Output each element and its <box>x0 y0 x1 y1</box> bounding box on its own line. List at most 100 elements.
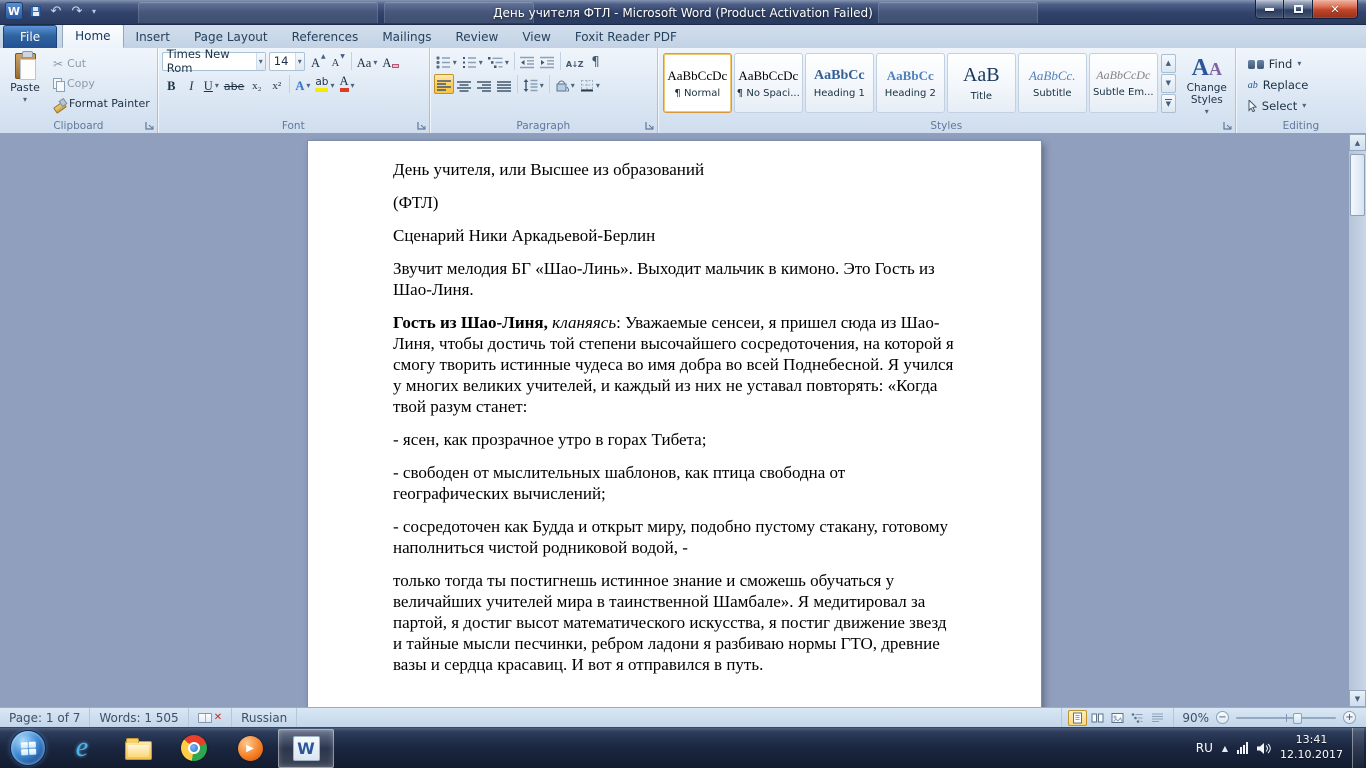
font-name-combo[interactable]: Times New Rom ▾ <box>161 47 266 75</box>
font-size-combo[interactable]: 14 ▾ <box>268 51 305 71</box>
paragraph[interactable]: Звучит мелодия БГ «Шао-Линь». Выходит ма… <box>393 258 955 300</box>
superscript-button[interactable]: x² <box>267 74 286 94</box>
dropdown-arrow-icon[interactable]: ▾ <box>255 52 265 70</box>
bold-button[interactable]: B <box>162 74 181 94</box>
borders-button[interactable]: ▾ <box>578 74 602 94</box>
styles-dialog-launcher[interactable] <box>1222 120 1233 131</box>
zoom-slider[interactable] <box>1236 712 1336 724</box>
web-layout-view-button[interactable] <box>1108 710 1127 726</box>
word-count[interactable]: Words: 1 505 <box>90 708 189 727</box>
clear-formatting-button[interactable]: A <box>380 51 401 71</box>
zoom-in-button[interactable]: + <box>1343 711 1356 724</box>
ribbon-tab-view[interactable]: View <box>510 26 562 48</box>
zoom-level-button[interactable]: 90% <box>1182 711 1209 725</box>
format-painter-button[interactable]: Format Painter <box>50 94 153 113</box>
style-subtle-em[interactable]: AaBbCcDc Subtle Em... <box>1088 53 1158 113</box>
paragraph[interactable]: только тогда ты постигнешь истинное знан… <box>393 570 955 675</box>
align-right-button[interactable] <box>475 74 494 94</box>
ribbon-tab-home[interactable]: Home <box>62 24 124 48</box>
decrease-indent-button[interactable] <box>518 51 537 71</box>
taskbar-clock[interactable]: 13:41 12.10.2017 <box>1280 733 1343 763</box>
outline-view-button[interactable] <box>1128 710 1147 726</box>
font-color-button[interactable]: A ▾ <box>338 74 357 94</box>
paragraph-dialog-launcher[interactable] <box>644 120 655 131</box>
italic-button[interactable]: I <box>182 74 201 94</box>
redo-button[interactable]: ↷ <box>68 2 86 20</box>
ribbon-tab-page-layout[interactable]: Page Layout <box>182 26 280 48</box>
font-dialog-launcher[interactable] <box>416 120 427 131</box>
fullscreen-reading-view-button[interactable] <box>1088 710 1107 726</box>
show-desktop-button[interactable] <box>1352 727 1364 768</box>
taskbar-item-explorer[interactable] <box>110 728 166 768</box>
scrollbar-thumb[interactable] <box>1350 154 1365 216</box>
paragraph[interactable]: Сценарий Ники Аркадьевой-Берлин <box>393 225 955 246</box>
zoom-slider-thumb[interactable] <box>1293 712 1302 724</box>
draft-view-button[interactable] <box>1148 710 1167 726</box>
volume-icon[interactable] <box>1257 742 1271 755</box>
select-button[interactable]: Select ▾ <box>1248 97 1362 115</box>
language-indicator[interactable]: Russian <box>232 708 298 727</box>
taskbar-item-word[interactable]: W <box>278 728 334 768</box>
clipboard-dialog-launcher[interactable] <box>144 120 155 131</box>
titlebar[interactable]: W ↶ ↷ ▾ День учителя ФТЛ - Microsoft Wor… <box>0 0 1366 25</box>
bullets-button[interactable]: ▾ <box>434 51 459 71</box>
taskbar-item-chrome[interactable] <box>166 728 222 768</box>
network-icon[interactable] <box>1237 742 1249 754</box>
qat-customize-button[interactable]: ▾ <box>89 2 99 20</box>
print-layout-view-button[interactable] <box>1068 709 1088 726</box>
paragraph[interactable]: - сосредоточен как Будда и открыт миру, … <box>393 516 955 558</box>
style-title[interactable]: AaB Title <box>946 53 1016 113</box>
ribbon-tab-review[interactable]: Review <box>444 26 511 48</box>
shading-button[interactable]: ▾ <box>553 74 577 94</box>
styles-scroll-down-button[interactable]: ▼ <box>1160 74 1176 93</box>
align-left-button[interactable] <box>433 74 454 94</box>
style-normal[interactable]: AaBbCcDc ¶ Normal <box>662 53 732 113</box>
sort-button[interactable]: A↓Z <box>564 51 585 71</box>
multilevel-list-button[interactable]: ▾ <box>486 51 511 71</box>
save-button[interactable] <box>26 2 44 20</box>
paste-button[interactable]: Paste ▾ <box>4 51 46 118</box>
word-app-icon[interactable]: W <box>5 2 23 20</box>
increase-indent-button[interactable] <box>538 51 557 71</box>
paragraph[interactable]: День учителя, или Высшее из образований <box>393 159 955 180</box>
style-heading-1[interactable]: AaBbCc Heading 1 <box>804 53 874 113</box>
input-language-indicator[interactable]: RU <box>1196 741 1213 755</box>
style-heading-2[interactable]: AaBbCc Heading 2 <box>875 53 945 113</box>
paragraph[interactable]: (ФТЛ) <box>393 192 955 213</box>
close-button[interactable]: ✕ <box>1312 0 1358 19</box>
ribbon-tab-file[interactable]: File <box>3 25 58 48</box>
highlight-button[interactable]: ab ▾ <box>313 74 336 94</box>
replace-button[interactable]: ab Replace <box>1248 76 1362 94</box>
styles-more-button[interactable]: ▼ <box>1160 94 1176 113</box>
page-indicator[interactable]: Page: 1 of 7 <box>0 708 91 727</box>
taskbar-item-internet-explorer[interactable]: e <box>54 728 110 768</box>
ribbon-tab-foxit-reader-pdf[interactable]: Foxit Reader PDF <box>563 26 689 48</box>
shrink-font-button[interactable]: A ▼ <box>329 51 348 71</box>
paragraph[interactable]: - ясен, как прозрачное утро в горах Тибе… <box>393 429 955 450</box>
paragraph[interactable]: - свободен от мыслительных шаблонов, как… <box>393 462 955 504</box>
text-effects-button[interactable]: A ▾ <box>293 74 312 94</box>
style-no-spaci[interactable]: AaBbCcDc ¶ No Spaci... <box>733 53 803 113</box>
underline-button[interactable]: U ▾ <box>202 74 221 94</box>
change-styles-button[interactable]: AA Change Styles ▾ <box>1179 52 1235 116</box>
line-spacing-button[interactable]: ▾ <box>521 74 546 94</box>
show-hidden-icons-button[interactable]: ▲ <box>1222 744 1228 753</box>
styles-scroll-up-button[interactable]: ▲ <box>1160 54 1176 73</box>
copy-button[interactable]: Copy <box>50 74 153 93</box>
strikethrough-button[interactable]: abe <box>222 74 247 94</box>
start-button[interactable] <box>10 730 46 766</box>
document-page[interactable]: День учителя, или Высшее из образований (… <box>308 141 1041 707</box>
taskbar-item-media-player[interactable]: ▶ <box>222 728 278 768</box>
dropdown-arrow-icon[interactable]: ▾ <box>294 52 304 70</box>
ribbon-tab-mailings[interactable]: Mailings <box>370 26 443 48</box>
vertical-scrollbar[interactable]: ▲ ▼ <box>1349 134 1366 707</box>
ribbon-tab-references[interactable]: References <box>280 26 371 48</box>
show-marks-button[interactable]: ¶ <box>586 51 605 71</box>
scroll-down-button[interactable]: ▼ <box>1349 690 1366 707</box>
change-case-button[interactable]: Aa ▾ <box>355 51 380 71</box>
align-center-button[interactable] <box>455 74 474 94</box>
undo-button[interactable]: ↶ <box>47 2 65 20</box>
proofing-errors-button[interactable]: ✕ <box>189 708 233 727</box>
zoom-out-button[interactable]: − <box>1216 711 1229 724</box>
grow-font-button[interactable]: A ▲ <box>309 51 328 71</box>
